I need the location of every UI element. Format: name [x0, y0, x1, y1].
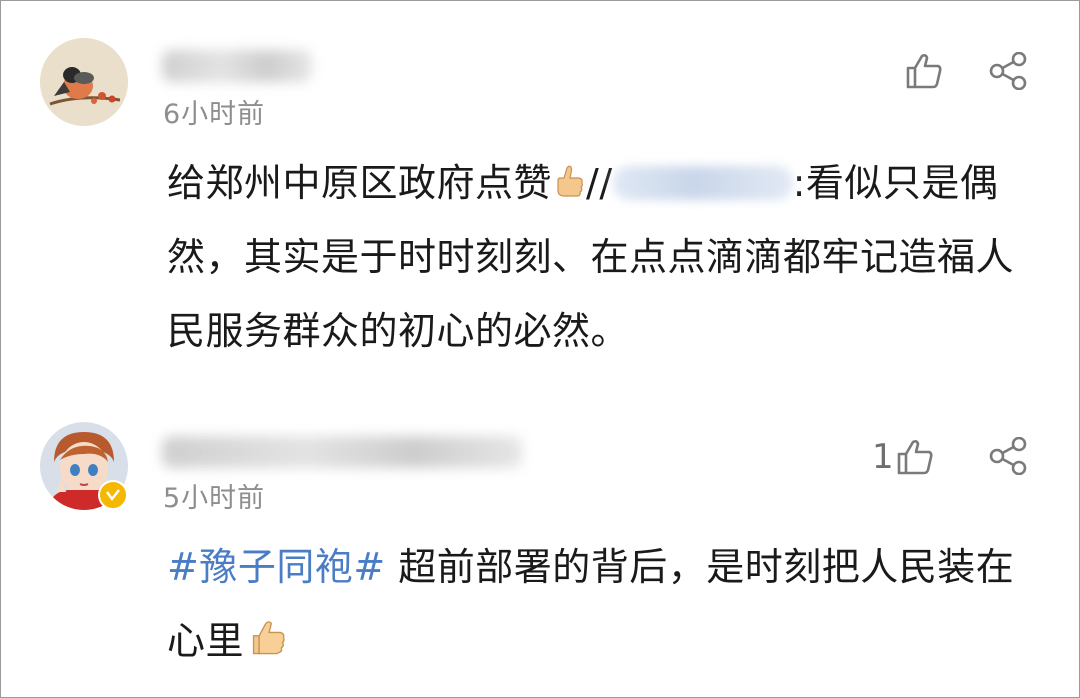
like-count: 1	[872, 437, 894, 477]
avatar[interactable]	[40, 38, 128, 126]
username-blurred[interactable]	[162, 50, 312, 82]
comment-text-part: 给郑州中原区政府点赞	[167, 161, 553, 205]
like-button[interactable]: 1	[872, 437, 934, 477]
share-icon	[989, 437, 1027, 475]
mention-blurred[interactable]	[612, 166, 793, 200]
thumbs-up-icon	[897, 440, 933, 475]
like-button[interactable]	[903, 52, 943, 90]
comment-text-part: //	[586, 161, 613, 205]
share-button[interactable]	[988, 52, 1028, 90]
comment-text: 给郑州中原区政府点赞 //:看似只是偶然，其实是于时时刻刻、在点点滴滴都牢记造福…	[167, 146, 1047, 368]
comment-time: 5小时前	[163, 483, 266, 514]
comment-time: 6小时前	[163, 99, 266, 130]
thumbs-up-icon	[906, 54, 942, 89]
comment-text: #豫子同袍# 超前部署的背后，是时刻把人民装在心里	[167, 530, 1047, 678]
topic-link[interactable]: #豫子同袍#	[167, 545, 386, 589]
thumbs-up-emoji-icon	[252, 621, 285, 655]
username-blurred[interactable]	[162, 436, 522, 468]
thumbs-up-emoji-icon	[557, 165, 583, 197]
verified-badge	[98, 480, 128, 510]
share-icon	[989, 52, 1027, 90]
share-button[interactable]	[988, 437, 1028, 475]
checkmark-icon	[106, 489, 120, 501]
